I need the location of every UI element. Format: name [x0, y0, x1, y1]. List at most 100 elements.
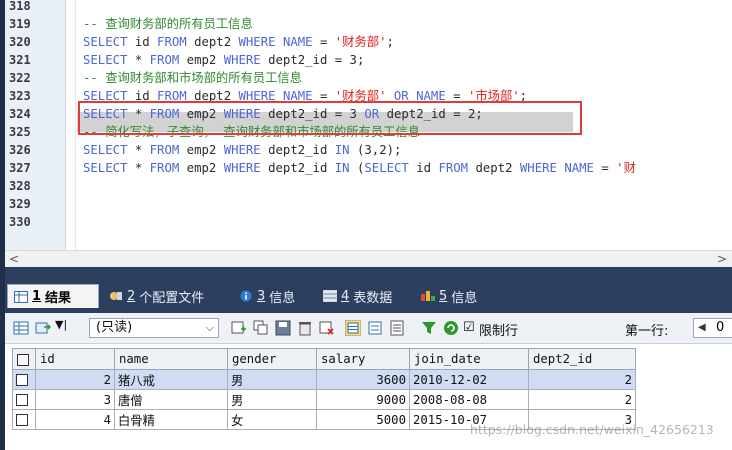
code-token: SELECT: [364, 161, 409, 175]
code-token: emp2: [179, 143, 224, 157]
export-icon[interactable]: [35, 320, 51, 336]
line-number: 326: [9, 143, 31, 157]
cell-salary[interactable]: 9000: [316, 389, 410, 410]
horizontal-scrollbar[interactable]: < >: [5, 250, 732, 267]
readonly-select[interactable]: (只读) ⌵: [89, 318, 219, 338]
code-token: dept2: [468, 161, 520, 175]
discard-icon[interactable]: [319, 320, 335, 336]
text-mode-icon[interactable]: [389, 320, 405, 336]
save-icon[interactable]: [275, 320, 291, 336]
column-header-id[interactable]: id: [35, 348, 115, 370]
tab-2[interactable]: 2 个配置文件: [103, 284, 227, 308]
select-all-checkbox[interactable]: [12, 348, 36, 370]
cell-gender[interactable]: 男: [227, 369, 317, 390]
code-line[interactable]: SELECT * FROM emp2 WHERE dept2_id IN (SE…: [83, 159, 636, 177]
checkbox-icon: [16, 414, 28, 426]
cell-dept2_id[interactable]: 2: [528, 369, 636, 390]
scroll-left-arrow-icon[interactable]: <: [9, 251, 19, 267]
code-token: =: [593, 161, 617, 175]
column-header-gender[interactable]: gender: [227, 348, 317, 370]
cell-id[interactable]: 3: [35, 389, 115, 410]
code-token: SELECT: [83, 53, 128, 67]
code-line[interactable]: -- 查询财务部和市场部的所有员工信息: [83, 69, 302, 87]
cell-gender[interactable]: 男: [227, 389, 317, 410]
line-number: 322: [9, 71, 31, 85]
refresh-icon[interactable]: [443, 320, 459, 336]
code-token: SELECT: [83, 143, 128, 157]
code-token: -- 查询财务部的所有员工信息: [83, 17, 253, 31]
decrement-icon[interactable]: ◀: [698, 319, 706, 337]
tab-label: 结果: [45, 291, 72, 306]
column-header-join_date[interactable]: join_date: [409, 348, 529, 370]
code-token: WHERE: [223, 143, 261, 157]
code-token: WHERE: [223, 161, 261, 175]
code-token: (: [349, 161, 365, 175]
code-line[interactable]: -- 查询财务部的所有员工信息: [83, 15, 253, 33]
code-token: WHERE: [238, 35, 276, 49]
line-number: 318: [9, 0, 31, 13]
code-token: (3,2);: [349, 143, 402, 157]
tab-4[interactable]: 4 表数据: [317, 284, 409, 308]
tab-label: 个配置文件: [139, 290, 205, 306]
table-row[interactable]: 2 猪八戒男 3600 2010-12-02 2: [12, 369, 636, 390]
scroll-right-arrow-icon[interactable]: >: [717, 251, 727, 267]
sql-editor[interactable]: 318 319 320 321 322 323 324 325 326 327 328 329 330 …: [5, 0, 732, 250]
tab-5[interactable]: 5 信息: [415, 284, 497, 308]
row-checkbox[interactable]: [12, 369, 36, 390]
code-token: WHERE: [519, 161, 557, 175]
code-token: SELECT: [83, 35, 128, 49]
column-header-dept2_id[interactable]: dept2_id: [528, 348, 636, 370]
cell-gender[interactable]: 女: [227, 409, 317, 430]
column-header-name[interactable]: name: [114, 348, 228, 370]
line-number: 325: [9, 125, 31, 139]
code-token: *: [127, 143, 150, 157]
cell-salary[interactable]: 5000: [316, 409, 410, 430]
row-checkbox[interactable]: [12, 389, 36, 410]
first-row-input[interactable]: ◀ 0: [693, 318, 732, 338]
code-token: FROM: [149, 161, 180, 175]
chevron-down-icon: ⌵: [205, 321, 214, 334]
tab-1[interactable]: 1 结果: [7, 284, 99, 308]
grid-mode-icon[interactable]: [345, 320, 361, 336]
line-number: 320: [9, 35, 31, 49]
profile-icon: [110, 292, 122, 300]
limit-rows-checkbox[interactable]: ☑: [463, 320, 475, 335]
filter-icon[interactable]: [421, 320, 437, 336]
tab-label: 表数据: [353, 290, 393, 306]
line-number: 329: [9, 197, 31, 211]
duplicate-row-icon[interactable]: [253, 320, 269, 336]
code-token: FROM: [157, 35, 187, 49]
line-number: 327: [9, 161, 31, 175]
form-mode-icon[interactable]: [367, 320, 383, 336]
cell-join_date[interactable]: 2008-08-08: [409, 389, 529, 410]
grid-icon: [14, 290, 28, 303]
delete-icon[interactable]: [297, 320, 313, 336]
cell-id[interactable]: 2: [35, 369, 115, 390]
cell-name[interactable]: 猪八戒: [114, 369, 228, 390]
checkbox-icon: [16, 374, 28, 386]
cell-id[interactable]: 4: [35, 409, 115, 430]
code-token: NAME: [564, 161, 594, 175]
cell-join_date[interactable]: 2010-12-02: [409, 369, 529, 390]
code-line[interactable]: SELECT * FROM emp2 WHERE dept2_id = 3;: [83, 51, 364, 69]
table-row[interactable]: 3 唐僧男 9000 2008-08-08 2: [12, 389, 636, 410]
cell-name[interactable]: 白骨精: [114, 409, 228, 430]
row-checkbox[interactable]: [12, 409, 36, 430]
cell-salary[interactable]: 3600: [316, 369, 410, 390]
annotation-box: [78, 101, 582, 135]
cell-dept2_id[interactable]: 2: [528, 389, 636, 410]
cell-name[interactable]: 唐僧: [114, 389, 228, 410]
insert-row-icon[interactable]: [231, 320, 247, 336]
grid-view-icon[interactable]: [13, 320, 29, 336]
tab-3[interactable]: 3 信息: [233, 284, 311, 308]
checkbox-icon: [16, 394, 28, 406]
export-dropdown-icon[interactable]: ▼|: [55, 318, 67, 331]
column-header-salary[interactable]: salary: [316, 348, 410, 370]
code-token: emp2: [179, 53, 224, 67]
code-token: emp2: [179, 161, 224, 175]
code-token: ;: [386, 35, 394, 49]
code-line[interactable]: SELECT id FROM dept2 WHERE NAME = '财务部';: [83, 33, 394, 51]
line-number: 321: [9, 53, 31, 67]
code-line[interactable]: SELECT * FROM emp2 WHERE dept2_id IN (3,…: [83, 141, 401, 159]
